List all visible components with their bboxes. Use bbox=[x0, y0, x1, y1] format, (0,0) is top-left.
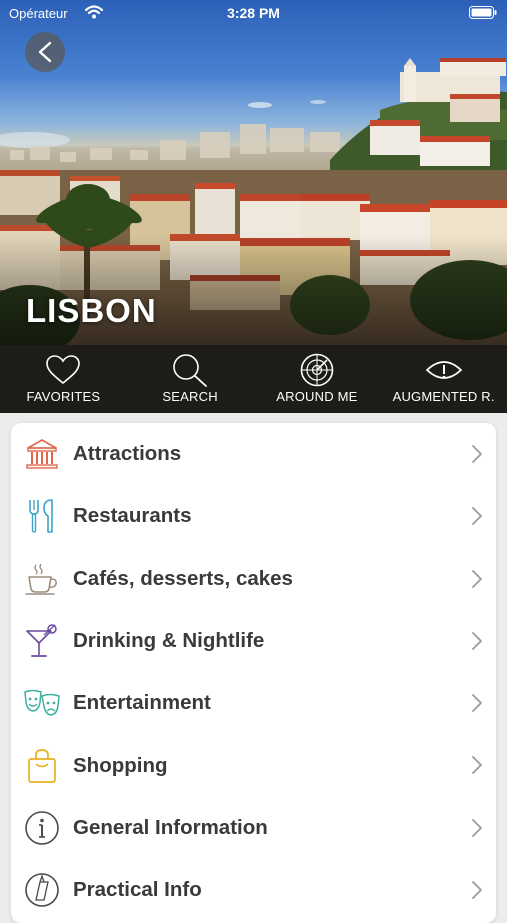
favorites-button[interactable]: FAVORITES bbox=[0, 345, 127, 413]
menu-item-cafes[interactable]: Cafés, desserts, cakes bbox=[11, 548, 496, 610]
radar-icon bbox=[299, 353, 335, 387]
chevron-right-icon bbox=[472, 881, 482, 899]
city-hero-image: Opérateur 3:28 PM LISBON bbox=[0, 0, 507, 345]
heart-icon bbox=[45, 353, 81, 387]
chevron-left-icon bbox=[38, 41, 52, 63]
cocktail-icon bbox=[11, 610, 73, 672]
menu-item-label: Shopping bbox=[73, 753, 168, 777]
back-button[interactable] bbox=[25, 32, 65, 72]
status-time: 3:28 PM bbox=[227, 5, 280, 21]
chevron-right-icon bbox=[472, 445, 482, 463]
menu-item-label: General Information bbox=[73, 815, 268, 839]
menu-item-practical-info[interactable]: Practical Info bbox=[11, 859, 496, 921]
menu-item-label: Restaurants bbox=[73, 504, 192, 528]
menu-item-label: Attractions bbox=[73, 442, 182, 466]
menu-item-attractions[interactable]: Attractions bbox=[11, 423, 496, 485]
status-bar: Opérateur 3:28 PM bbox=[0, 0, 507, 28]
city-title: LISBON bbox=[26, 292, 157, 329]
search-icon bbox=[172, 353, 208, 387]
coffee-cup-icon bbox=[11, 548, 73, 610]
compass-icon bbox=[11, 859, 73, 921]
menu-item-general-information[interactable]: General Information bbox=[11, 797, 496, 859]
action-bar: FAVORITES SEARCH AROUND ME AUGMENTED R. bbox=[0, 345, 507, 413]
fork-knife-icon bbox=[11, 485, 73, 547]
around-me-label: AROUND ME bbox=[276, 389, 358, 404]
chevron-right-icon bbox=[472, 631, 482, 650]
shopping-bag-icon bbox=[11, 735, 73, 797]
chevron-right-icon bbox=[472, 756, 482, 775]
favorites-label: FAVORITES bbox=[26, 389, 101, 404]
menu-item-shopping[interactable]: Shopping bbox=[11, 734, 496, 796]
category-list: Attractions Restaurants Cafés, desserts,… bbox=[11, 423, 496, 923]
augmented-reality-label: AUGMENTED R. bbox=[392, 389, 495, 404]
monument-icon bbox=[11, 423, 73, 485]
menu-item-drinking-nightlife[interactable]: Drinking & Nightlife bbox=[11, 610, 496, 672]
around-me-button[interactable]: AROUND ME bbox=[254, 345, 381, 413]
eye-icon bbox=[425, 353, 463, 387]
chevron-right-icon bbox=[472, 569, 482, 588]
menu-item-label: Drinking & Nightlife bbox=[73, 629, 265, 653]
info-icon bbox=[11, 797, 73, 859]
augmented-reality-button[interactable]: AUGMENTED R. bbox=[380, 345, 507, 413]
menu-item-entertainment[interactable]: Entertainment bbox=[11, 672, 496, 734]
chevron-right-icon bbox=[472, 694, 482, 713]
menu-item-label: Practical Info bbox=[73, 878, 202, 902]
search-button[interactable]: SEARCH bbox=[127, 345, 254, 413]
theater-masks-icon bbox=[11, 672, 73, 734]
chevron-right-icon bbox=[472, 818, 482, 837]
menu-item-label: Entertainment bbox=[73, 691, 211, 715]
battery-icon bbox=[469, 6, 497, 22]
search-label: SEARCH bbox=[162, 389, 218, 404]
chevron-right-icon bbox=[472, 507, 482, 526]
menu-item-label: Cafés, desserts, cakes bbox=[73, 566, 293, 590]
menu-item-restaurants[interactable]: Restaurants bbox=[11, 485, 496, 547]
